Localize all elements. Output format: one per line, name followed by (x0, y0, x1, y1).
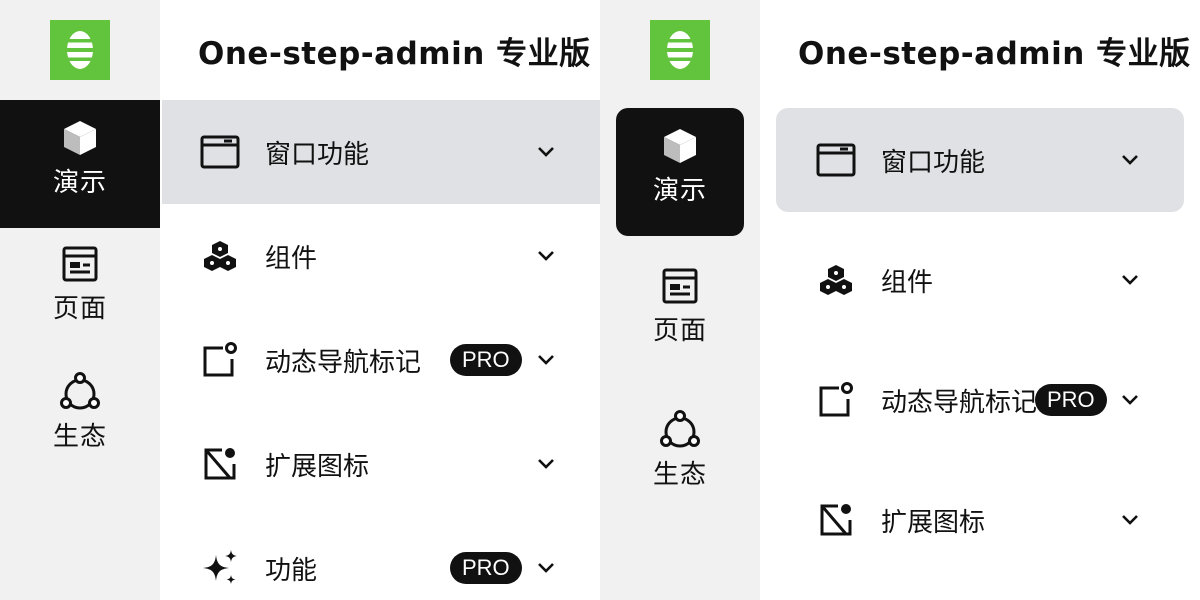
rail-item-label: 页面 (52, 294, 107, 324)
app-title: One-step-admin 专业版 (798, 36, 1191, 72)
page-icon (60, 244, 100, 284)
rail-item-label: 演示 (52, 168, 107, 198)
pro-badge: PRO (1035, 384, 1107, 416)
chevron-down-icon[interactable] (1119, 269, 1141, 291)
rail-item-label: 演示 (652, 176, 707, 206)
rail-item-label: 生态 (652, 460, 707, 490)
sparkles-icon (200, 548, 240, 588)
menu-item-label: 扩展图标 (265, 451, 370, 482)
menu-item-label: 组件 (265, 243, 318, 274)
chevron-down-icon[interactable] (535, 453, 557, 475)
app-logo[interactable] (50, 20, 110, 80)
chevron-down-icon[interactable] (535, 245, 557, 267)
rail-item-pages[interactable]: 页面 (0, 244, 160, 344)
screenshot-stage: 演示 页面 生态 One-step-admin 专业版 窗口功能 组件 动态导航… (0, 0, 1200, 600)
ecosystem-icon (660, 410, 700, 450)
chevron-down-icon[interactable] (535, 349, 557, 371)
page-icon (660, 266, 700, 306)
cube-icon (660, 126, 700, 166)
menu-item-window[interactable]: 窗口功能 (162, 100, 600, 204)
menu-item-dynamic-nav[interactable]: 动态导航标记 PRO (776, 348, 1184, 452)
main-sidebar: 演示 页面 生态 (0, 0, 160, 600)
logo-icon (65, 31, 95, 69)
logo-icon (665, 31, 695, 69)
chevron-down-icon[interactable] (535, 557, 557, 579)
rail-item-demo[interactable]: 演示 (616, 108, 744, 236)
pro-badge: PRO (450, 552, 522, 584)
menu-item-extend-icons[interactable]: 扩展图标 (776, 468, 1184, 572)
chevron-down-icon[interactable] (1119, 149, 1141, 171)
cube-icon (60, 118, 100, 158)
chevron-down-icon[interactable] (1119, 389, 1141, 411)
menu-item-extend-icons[interactable]: 扩展图标 (162, 412, 600, 516)
menu-item-dynamic-nav[interactable]: 动态导航标记 PRO (162, 308, 600, 412)
app-title: One-step-admin 专业版 (198, 36, 591, 72)
window-icon (200, 132, 240, 172)
menu-item-label: 扩展图标 (881, 507, 986, 538)
nav-badge-icon (200, 340, 240, 380)
pro-badge: PRO (450, 344, 522, 376)
extend-icon (200, 444, 240, 484)
menu-item-features[interactable]: 功能 PRO (162, 516, 600, 600)
menu-item-label: 窗口功能 (265, 139, 370, 170)
components-icon (200, 236, 240, 276)
menu-item-window[interactable]: 窗口功能 (776, 108, 1184, 212)
components-icon (816, 260, 856, 300)
rail-item-label: 页面 (652, 316, 707, 346)
rail-item-ecosystem[interactable]: 生态 (600, 410, 760, 510)
app-logo[interactable] (650, 20, 710, 80)
menu-item-components[interactable]: 组件 (162, 204, 600, 308)
menu-item-label: 动态导航标记 (265, 347, 422, 378)
rail-item-label: 生态 (52, 422, 107, 452)
window-icon (816, 140, 856, 180)
menu-item-components[interactable]: 组件 (776, 228, 1184, 332)
chevron-down-icon[interactable] (535, 141, 557, 163)
menu-item-label: 动态导航标记 (881, 387, 1038, 418)
menu-item-label: 组件 (881, 267, 934, 298)
menu-item-label: 功能 (265, 555, 318, 586)
main-sidebar: 演示 页面 生态 (600, 0, 760, 600)
rail-item-demo[interactable]: 演示 (0, 100, 160, 228)
chevron-down-icon[interactable] (1119, 509, 1141, 531)
rail-item-pages[interactable]: 页面 (600, 266, 760, 366)
left-variant-panel: 演示 页面 生态 One-step-admin 专业版 窗口功能 组件 动态导航… (0, 0, 600, 600)
menu-item-label: 窗口功能 (881, 147, 986, 178)
rail-item-ecosystem[interactable]: 生态 (0, 372, 160, 472)
ecosystem-icon (60, 372, 100, 412)
extend-icon (816, 500, 856, 540)
nav-badge-icon (816, 380, 856, 420)
